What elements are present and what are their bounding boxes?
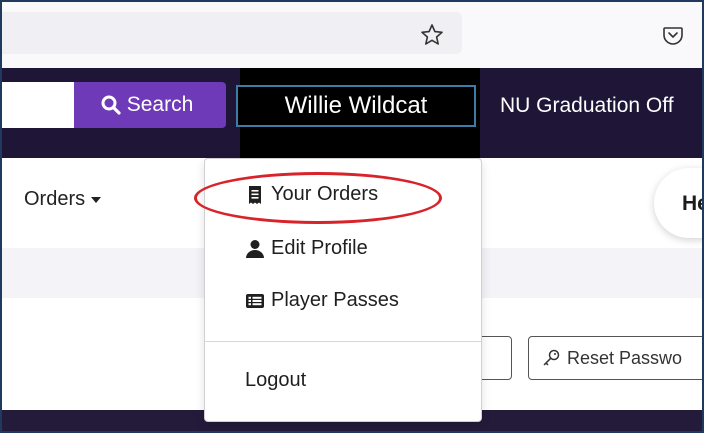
menu-divider — [205, 341, 481, 342]
graduation-office-link[interactable]: NU Graduation Off — [500, 86, 674, 126]
search-button-label: Search — [126, 93, 194, 116]
user-name: Willie Wildcat — [284, 92, 428, 119]
reset-password-label: Reset Passwo — [567, 347, 683, 368]
pocket-icon[interactable] — [662, 24, 684, 46]
user-icon — [246, 239, 264, 258]
key-icon — [543, 349, 560, 366]
help-button[interactable]: Hel — [654, 168, 702, 238]
menu-item-label: Logout — [245, 369, 307, 391]
search-icon — [101, 95, 121, 115]
list-icon — [246, 293, 264, 308]
menu-item-label: Player Passes — [271, 289, 399, 311]
search-button[interactable]: Search — [74, 82, 226, 128]
search-input[interactable] — [2, 82, 74, 128]
orders-dropdown-toggle[interactable]: Orders — [24, 188, 102, 211]
bookmark-star-icon[interactable] — [420, 23, 444, 47]
menu-item-player-passes[interactable]: Player Passes — [245, 289, 399, 312]
menu-item-edit-profile[interactable]: Edit Profile — [245, 237, 368, 260]
address-bar[interactable] — [2, 12, 462, 54]
orders-label: Orders — [24, 188, 86, 210]
site-navbar: Search Willie Wildcat NU Graduation Off — [2, 68, 702, 158]
menu-item-logout[interactable]: Logout — [245, 369, 306, 392]
user-menu-button[interactable]: Willie Wildcat — [236, 85, 476, 127]
caret-down-icon — [91, 196, 102, 203]
reset-password-button[interactable]: Reset Passwo — [528, 336, 702, 380]
menu-item-label: Edit Profile — [271, 237, 368, 259]
screenshot-frame: Search Willie Wildcat NU Graduation Off … — [0, 0, 704, 433]
annotation-circle — [194, 172, 442, 224]
browser-toolbar — [2, 2, 702, 68]
help-label: Hel — [682, 192, 702, 215]
